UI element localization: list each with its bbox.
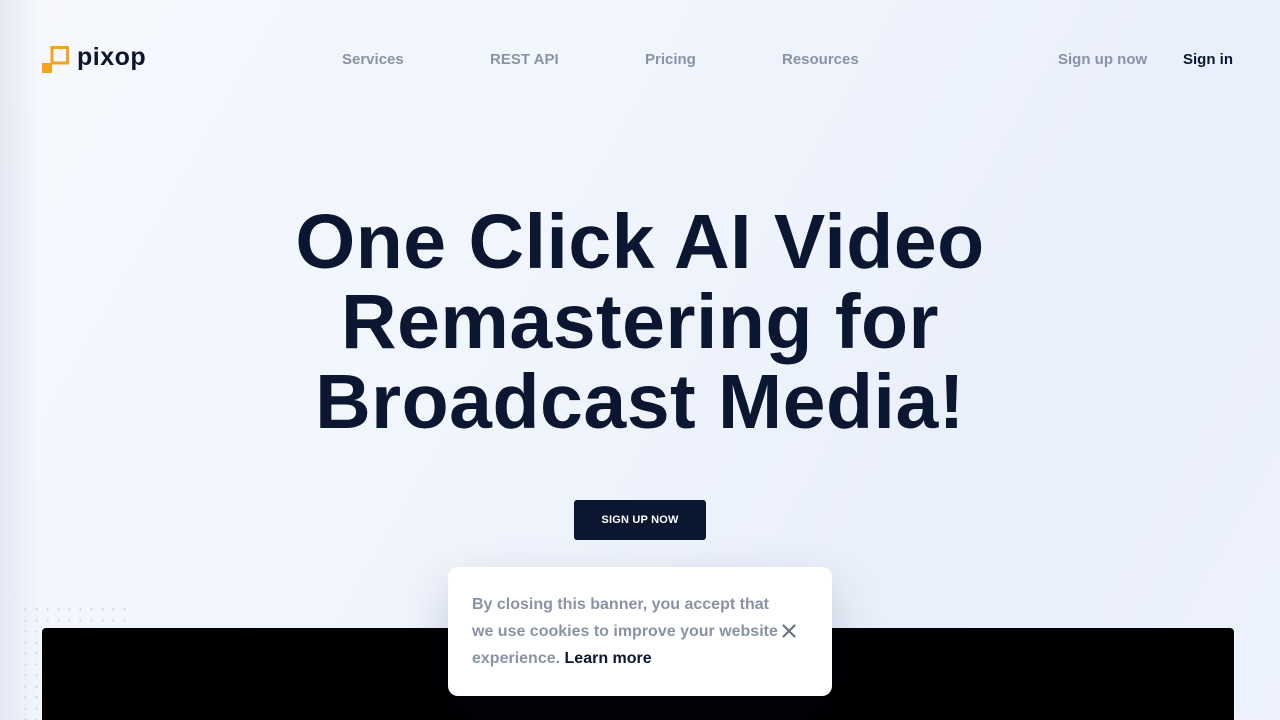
learn-more-link[interactable]: Learn more [565,650,652,667]
sign-in-link[interactable]: Sign in [1183,51,1233,68]
nav-pricing[interactable]: Pricing [645,51,696,68]
close-icon[interactable] [777,619,801,643]
hero-title: One Click AI Video Remastering for Broad… [295,199,985,445]
cookie-banner: By closing this banner, you accept that … [448,567,832,696]
nav-resources[interactable]: Resources [782,51,859,68]
logo-text: pixop [77,43,147,71]
pixop-logo-icon [42,46,69,73]
sign-up-link[interactable]: Sign up now [1058,51,1147,68]
nav-rest-api[interactable]: REST API [490,51,559,68]
sign-up-now-button[interactable]: SIGN UP NOW [574,500,706,540]
nav-services[interactable]: Services [342,51,404,68]
logo[interactable]: pixop [42,43,147,73]
cookie-message: By closing this banner, you accept that … [472,591,782,672]
site-header: pixop Services REST API Pricing Resource… [0,0,1280,120]
close-icon-glyph [782,624,796,638]
